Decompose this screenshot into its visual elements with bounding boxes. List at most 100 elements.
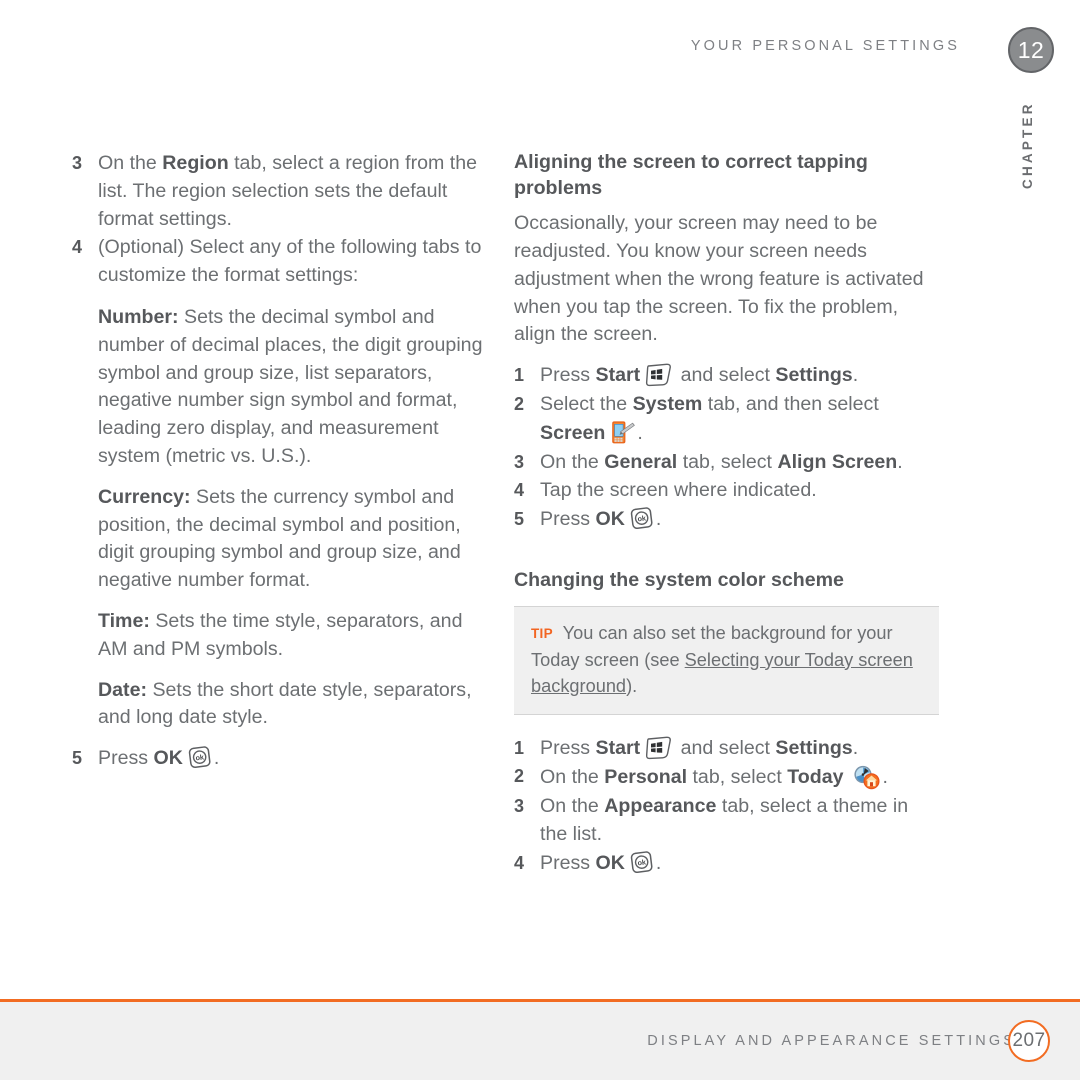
step-number: 4 <box>514 852 525 873</box>
intro-paragraph: Occasionally, your screen may need to be… <box>514 212 924 346</box>
definition-term: Time: <box>98 609 150 632</box>
step-text-segment: and select <box>675 736 776 759</box>
svg-text:ok: ok <box>195 753 204 763</box>
ok-label: OK <box>595 508 625 531</box>
definition-term: Currency: <box>98 485 191 508</box>
step-number: 4 <box>72 237 83 258</box>
start-label: Start <box>595 736 641 759</box>
list-item: 4 Tap the screen where indicated. <box>514 477 939 505</box>
step-text-segment: . <box>882 766 888 789</box>
general-label: General <box>604 450 678 473</box>
settings-label: Settings <box>775 736 853 759</box>
personal-label: Personal <box>604 766 688 789</box>
step-text: Press OK ok. <box>98 745 492 773</box>
step-text: On the Appearance tab, select a theme in… <box>540 793 939 849</box>
step-text: Select the System tab, and then select S… <box>540 391 939 448</box>
step-text-segment: . <box>655 851 662 874</box>
step-text: Press Start and select Settings. <box>540 735 939 763</box>
right-column: Aligning the screen to correct tapping p… <box>514 150 939 879</box>
step-text-segment: . <box>852 736 859 759</box>
step-text: Press Start and select Settings. <box>540 362 939 390</box>
definition-text: Sets the short date style, separators, a… <box>98 678 472 729</box>
definition-block: Currency: Sets the currency symbol and p… <box>98 484 492 595</box>
page-number-badge: 207 <box>1008 1020 1050 1062</box>
ok-label: OK <box>595 851 625 874</box>
step-text-segment: On the <box>540 450 605 473</box>
list-item: 3 On the Appearance tab, select a theme … <box>514 793 939 849</box>
left-column: 3 On the Region tab, select a region fro… <box>72 150 492 774</box>
list-item: 5 Press OK ok. <box>514 506 939 534</box>
svg-text:ok: ok <box>637 857 646 867</box>
tip-label: TIP <box>531 625 553 641</box>
step-text-before: Press <box>98 747 154 770</box>
screen-label: Screen <box>540 421 606 444</box>
step-text-before: On the <box>98 152 163 174</box>
ok-key-icon: ok <box>187 745 213 770</box>
start-key-icon <box>645 735 673 760</box>
system-label: System <box>632 392 703 415</box>
ok-label: OK <box>153 747 183 770</box>
settings-label: Settings <box>775 364 853 387</box>
list-item: 5 Press OK ok. <box>72 745 492 773</box>
definition-term: Number: <box>98 305 179 328</box>
list-item: 4 (Optional) Select any of the following… <box>72 234 492 290</box>
step-text: On the Personal tab, select Today. <box>540 763 939 792</box>
step-text-segment: . <box>637 421 643 444</box>
section-heading-color-scheme: Changing the system color scheme <box>514 568 844 591</box>
ok-key-icon: ok <box>629 506 655 531</box>
definition-text: Sets the decimal symbol and number of de… <box>98 305 483 467</box>
step-number: 2 <box>514 766 525 787</box>
manual-page: YOUR PERSONAL SETTINGS 1 2 CHAPTER 3 On t… <box>0 0 1080 1080</box>
step-text: (Optional) Select any of the following t… <box>98 236 482 287</box>
tip-callout: TIP You can also set the background for … <box>514 605 939 715</box>
section-heading-align-screen: Aligning the screen to correct tapping p… <box>514 151 868 199</box>
step-text: On the General tab, select Align Screen. <box>540 449 939 477</box>
step-text: On the Region tab, select a region from … <box>98 150 492 233</box>
step-text-segment: Press <box>540 364 596 387</box>
start-label: Start <box>595 364 641 387</box>
step-text-segment: . <box>897 450 903 473</box>
list-item: 1 Press Start and select Settings. <box>514 735 939 763</box>
step-text-segment: and select <box>675 364 776 387</box>
list-item: 2 Select the System tab, and then select… <box>514 391 939 448</box>
running-head: YOUR PERSONAL SETTINGS <box>690 38 960 54</box>
today-label: Today <box>787 766 844 789</box>
step-text: Press OK ok. <box>540 850 939 878</box>
definition-text: Sets the time style, separators, and AM … <box>98 609 463 660</box>
step-text-segment: On the <box>540 795 605 818</box>
step-number: 5 <box>514 509 525 530</box>
step-number: 1 <box>514 365 525 386</box>
tip-text-after: ). <box>626 675 638 696</box>
list-item: 3 On the General tab, select Align Scree… <box>514 449 939 477</box>
step-text-segment: Select the <box>540 392 633 415</box>
definition-block: Time: Sets the time style, separators, a… <box>98 608 492 664</box>
step-text-segment: . <box>852 364 859 387</box>
running-foot: DISPLAY AND APPEARANCE SETTINGS <box>647 1033 1016 1049</box>
definition-number: Number: Sets the decimal symbol and numb… <box>98 304 492 471</box>
step-text-segment: . <box>655 508 662 531</box>
chapter-label: CHAPTER <box>1020 101 1035 189</box>
definition-date: Date: Sets the short date style, separat… <box>98 677 492 733</box>
step-text: Tap the screen where indicated. <box>540 479 817 502</box>
list-item: 1 Press Start and select Settings. <box>514 362 939 390</box>
step-number: 3 <box>72 153 83 173</box>
step-text-segment: tab, select <box>677 450 778 473</box>
step-text-segment: Press <box>540 508 596 531</box>
step-number: 3 <box>514 796 525 817</box>
list-item: 4 Press OK ok. <box>514 850 939 878</box>
step-number: 1 <box>514 737 525 758</box>
step-text-segment: On the <box>540 766 605 789</box>
step-number: 5 <box>72 748 83 769</box>
ok-key-icon: ok <box>629 850 655 875</box>
step-text-segment: Press <box>540 736 596 759</box>
definition-term: Date: <box>98 678 147 701</box>
step-text-segment: tab, and then select <box>702 392 879 415</box>
step-number: 3 <box>514 451 525 472</box>
appearance-label: Appearance <box>604 795 717 818</box>
definition-currency: Currency: Sets the currency symbol and p… <box>98 484 492 595</box>
list-item: 2 On the Personal tab, select Today. <box>514 763 939 792</box>
definition-block: Date: Sets the short date style, separat… <box>98 677 492 733</box>
